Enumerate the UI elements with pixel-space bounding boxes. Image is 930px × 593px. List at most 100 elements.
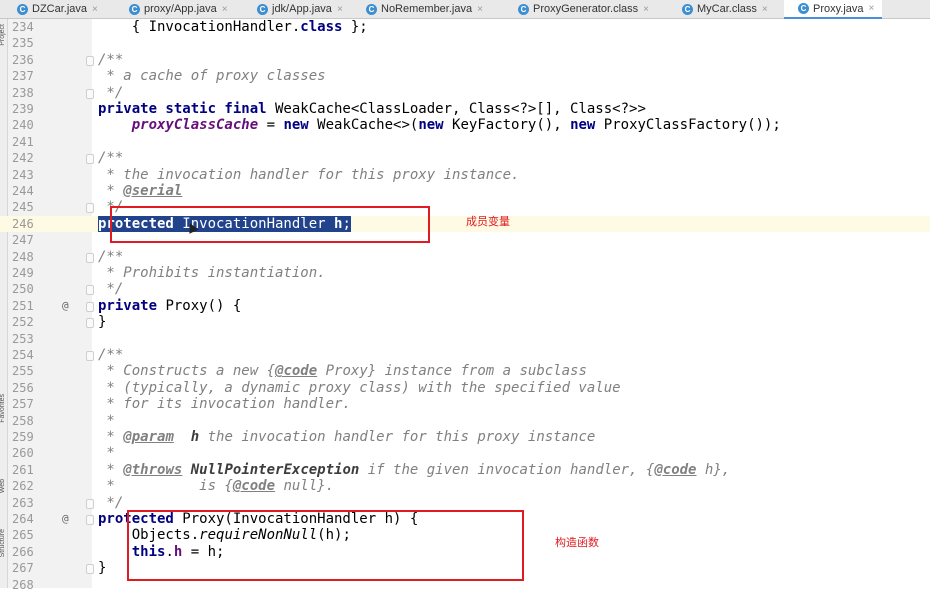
code-text: /**	[98, 347, 124, 363]
tab-proxy-java[interactable]: C Proxy.java ×	[784, 0, 883, 19]
tab-label: NoRemember.java	[381, 3, 473, 15]
constructor-highlight-box	[127, 510, 524, 581]
code-line[interactable]: 243 * the invocation handler for this pr…	[0, 167, 930, 183]
line-number: 262	[12, 479, 34, 494]
fold-marker-icon[interactable]	[86, 564, 94, 575]
close-icon[interactable]: ×	[869, 3, 875, 14]
code-text: /**	[98, 51, 124, 68]
code-line[interactable]: 262 * is {@code null}.	[0, 478, 930, 494]
code-line[interactable]: 242 /**	[0, 150, 930, 166]
line-number: 266	[12, 544, 34, 559]
tab-mycar-class[interactable]: C MyCar.class ×	[668, 0, 776, 18]
fold-marker-icon[interactable]	[86, 285, 94, 296]
code-text: proxyClassCache = new WeakCache<>(new Ke…	[131, 117, 781, 134]
code-text: * @throws NullPointerException if the gi…	[98, 461, 731, 478]
line-number: 258	[12, 413, 34, 428]
fold-marker-icon[interactable]	[86, 351, 94, 361]
line-number: 246	[12, 216, 34, 231]
fold-marker-icon[interactable]	[86, 498, 94, 509]
code-text: *	[98, 412, 115, 429]
tab-proxy-app-java[interactable]: Cproxy/App.java ×	[115, 0, 236, 18]
code-line[interactable]: 252}	[0, 314, 930, 330]
code-text: private Proxy() {	[98, 297, 242, 314]
code-text: }	[98, 314, 107, 331]
class-file-icon: C	[682, 3, 693, 15]
code-line[interactable]: 249 * Prohibits instantiation.	[0, 265, 930, 281]
line-number: 236	[12, 52, 34, 67]
tab-jdk-app-java[interactable]: Cjdk/App.java ×	[243, 0, 351, 18]
line-number: 240	[12, 118, 34, 133]
close-icon[interactable]: ×	[222, 4, 228, 15]
line-number: 241	[12, 134, 34, 149]
close-icon[interactable]: ×	[92, 4, 98, 15]
code-line[interactable]: 234 { InvocationHandler.class };	[0, 19, 930, 35]
fold-marker-icon[interactable]	[86, 55, 94, 66]
line-number: 234	[12, 20, 34, 34]
code-line[interactable]: 261 * @throws NullPointerException if th…	[0, 462, 930, 478]
code-line[interactable]: 235	[0, 35, 930, 51]
line-number: 242	[12, 151, 34, 166]
code-line[interactable]: 240 proxyClassCache = new WeakCache<>(ne…	[0, 117, 930, 133]
code-line[interactable]: 236 /**	[0, 52, 930, 68]
line-number: 245	[12, 200, 34, 215]
code-line[interactable]: 258 *	[0, 413, 930, 429]
code-text: * the invocation handler for this proxy …	[98, 166, 520, 183]
fold-marker-icon[interactable]	[86, 301, 94, 312]
tab-label: jdk/App.java	[272, 3, 332, 15]
close-icon[interactable]: ×	[643, 4, 649, 15]
code-line[interactable]: 254 /**	[0, 347, 930, 363]
code-line[interactable]: 248 /**	[0, 249, 930, 265]
tab-label: proxy/App.java	[144, 3, 217, 15]
class-file-icon: C	[17, 3, 28, 15]
code-text: * is {@code null}.	[98, 478, 335, 495]
tab-dzcar-java[interactable]: C DZCar.java ×	[3, 0, 106, 18]
code-line[interactable]: 259 * @param h the invocation handler fo…	[0, 429, 930, 445]
code-line[interactable]: 255 * Constructs a new {@code Proxy} ins…	[0, 363, 930, 379]
code-line[interactable]: 238 */	[0, 85, 930, 101]
override-annotation-icon[interactable]: @	[62, 298, 69, 314]
fold-marker-icon[interactable]	[86, 318, 94, 329]
close-icon[interactable]: ×	[477, 4, 483, 15]
code-text: * @serial	[98, 183, 183, 199]
code-line[interactable]: 251 @ private Proxy() {	[0, 298, 930, 314]
line-number: 265	[12, 528, 34, 543]
fold-marker-icon[interactable]	[86, 154, 94, 165]
line-number: 254	[12, 348, 34, 362]
line-number: 260	[12, 446, 34, 461]
fold-marker-icon[interactable]	[86, 203, 94, 214]
fold-marker-icon[interactable]	[86, 88, 94, 99]
code-line[interactable]: 250 */	[0, 281, 930, 297]
code-line[interactable]: 244 * @serial	[0, 183, 930, 199]
constructor-note: 构造函数	[555, 536, 599, 549]
code-text: * a cache of proxy classes	[98, 68, 326, 85]
code-text: * for its invocation handler.	[98, 396, 351, 413]
code-line[interactable]: 237 * a cache of proxy classes	[0, 68, 930, 84]
code-text: { InvocationHandler.class };	[98, 19, 368, 35]
code-line[interactable]: 260 *	[0, 445, 930, 461]
code-line[interactable]: 256 * (typically, a dynamic proxy class)…	[0, 380, 930, 396]
tab-proxygenerator-class[interactable]: C ProxyGenerator.class ×	[504, 0, 657, 18]
close-icon[interactable]: ×	[762, 4, 768, 15]
code-line[interactable]: 253	[0, 331, 930, 347]
code-line[interactable]: 263 */	[0, 495, 930, 511]
class-file-icon: C	[366, 3, 377, 15]
line-number: 268	[12, 577, 34, 592]
code-text: *	[98, 445, 115, 462]
line-number: 244	[12, 184, 34, 198]
fold-marker-icon[interactable]	[86, 252, 94, 263]
code-line[interactable]: 241	[0, 134, 930, 150]
close-icon[interactable]: ×	[337, 4, 343, 15]
code-text: */	[98, 494, 124, 511]
line-number: 252	[12, 315, 34, 330]
code-line[interactable]: 257 * for its invocation handler.	[0, 396, 930, 412]
override-annotation-icon[interactable]: @	[62, 511, 69, 527]
code-text: /**	[98, 150, 124, 167]
line-number: 237	[12, 69, 34, 84]
code-text: private static final WeakCache<ClassLoad…	[98, 101, 646, 117]
fold-marker-icon[interactable]	[86, 515, 94, 525]
code-text: */	[98, 84, 124, 101]
tab-label: MyCar.class	[697, 3, 757, 15]
tab-noremember-java[interactable]: C NoRemember.java ×	[352, 0, 491, 18]
code-line[interactable]: 239 private static final WeakCache<ClassL…	[0, 101, 930, 117]
line-number: 251	[12, 298, 34, 313]
